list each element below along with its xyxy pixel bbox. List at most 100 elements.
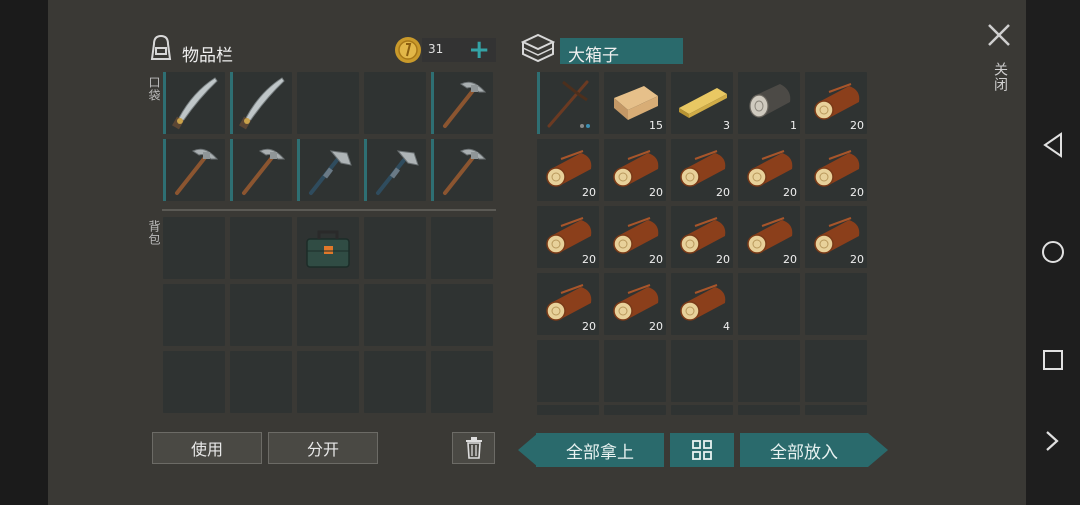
chest-slot[interactable] [805, 340, 867, 402]
chest-slot[interactable]: 1 [738, 72, 800, 134]
pocket-slot[interactable] [163, 72, 225, 134]
chest-icon [520, 32, 556, 68]
chest-slot[interactable]: 20 [604, 139, 666, 201]
backpack-slot[interactable] [297, 351, 359, 413]
backpack-slot[interactable] [163, 284, 225, 346]
take-all-button[interactable]: 全部拿上 [536, 433, 664, 467]
chest-slot[interactable]: 20 [671, 139, 733, 201]
close-label: 关闭 [992, 62, 1008, 92]
recents-icon[interactable] [1042, 349, 1064, 371]
chest-slot[interactable]: 20 [604, 273, 666, 335]
chest-slot[interactable] [738, 340, 800, 402]
item-count: 20 [582, 186, 596, 199]
item-count: 20 [716, 186, 730, 199]
chest-slot[interactable] [671, 340, 733, 402]
coin-count: 31 [428, 42, 444, 56]
item-count: 20 [850, 253, 864, 266]
chest-slot[interactable] [537, 340, 599, 402]
chest-slot[interactable] [805, 273, 867, 335]
close-icon [988, 24, 1010, 46]
trash-button[interactable] [452, 432, 495, 464]
item-count: 3 [723, 119, 730, 132]
chest-title-field[interactable]: 大箱子 [560, 38, 683, 66]
coin-icon [394, 36, 422, 68]
backpack-slot[interactable] [431, 217, 493, 279]
item-count: 20 [850, 119, 864, 132]
chest-slot[interactable]: 20 [738, 206, 800, 268]
put-all-button[interactable]: 全部放入 [740, 433, 868, 467]
close-button[interactable] [986, 22, 1012, 52]
item-count: 20 [649, 186, 663, 199]
item-count: 20 [582, 253, 596, 266]
home-icon[interactable] [1041, 240, 1065, 264]
chest-slot[interactable]: 20 [671, 206, 733, 268]
grid-icon [692, 440, 712, 460]
chest-title: 大箱子 [568, 46, 619, 66]
add-coins-button[interactable]: + [468, 35, 490, 65]
chest-slot[interactable]: 15 [604, 72, 666, 134]
chest-slot[interactable] [537, 72, 599, 134]
chest-slot[interactable]: 20 [537, 273, 599, 335]
chest-slot[interactable]: 3 [671, 72, 733, 134]
pocket-slot[interactable] [364, 72, 426, 134]
pocket-slot[interactable] [297, 139, 359, 201]
chest-slot[interactable]: 20 [805, 72, 867, 134]
backpack-slot[interactable] [431, 284, 493, 346]
item-count: 20 [582, 320, 596, 333]
chest-slot[interactable]: 4 [671, 273, 733, 335]
backpack-slot[interactable] [230, 217, 292, 279]
item-count: 20 [716, 253, 730, 266]
pocket-slot[interactable] [230, 72, 292, 134]
chest-slot[interactable]: 20 [537, 139, 599, 201]
chest-slot[interactable]: 20 [805, 139, 867, 201]
chevron-right-icon[interactable] [1044, 430, 1060, 452]
chest-slot-partial[interactable] [738, 405, 800, 415]
backpack-slot[interactable] [230, 351, 292, 413]
chest-slot-partial[interactable] [671, 405, 733, 415]
use-button[interactable]: 使用 [152, 432, 262, 464]
trash-icon [465, 437, 482, 459]
item-count: 20 [850, 186, 864, 199]
chest-slot-partial[interactable] [805, 405, 867, 415]
pocket-slot[interactable] [431, 72, 493, 134]
chest-slot[interactable] [738, 273, 800, 335]
chest-slot[interactable] [604, 340, 666, 402]
pocket-slot[interactable] [297, 72, 359, 134]
backpack-slot[interactable] [364, 217, 426, 279]
item-count: 15 [649, 119, 663, 132]
chest-slot[interactable]: 20 [805, 206, 867, 268]
backpack-icon [146, 32, 176, 66]
pocket-slot[interactable] [364, 139, 426, 201]
backpack-slot[interactable] [230, 284, 292, 346]
coin-field: 31 + [422, 35, 496, 65]
backpack-slot[interactable] [163, 217, 225, 279]
item-count: 20 [783, 186, 797, 199]
item-count: 20 [649, 320, 663, 333]
sort-button[interactable] [670, 433, 734, 467]
pocket-divider [162, 209, 496, 211]
backpack-slot[interactable] [163, 351, 225, 413]
left-edge [0, 0, 48, 505]
chest-slot[interactable]: 20 [738, 139, 800, 201]
backpack-slot[interactable] [297, 217, 359, 279]
backpack-slot[interactable] [297, 284, 359, 346]
backpack-label: 背包 [147, 220, 161, 246]
take-all-arrow [518, 433, 538, 471]
pocket-slot[interactable] [230, 139, 292, 201]
pocket-slot[interactable] [163, 139, 225, 201]
chest-slot[interactable]: 20 [537, 206, 599, 268]
item-count: 20 [649, 253, 663, 266]
chest-slot-partial[interactable] [604, 405, 666, 415]
pocket-slot[interactable] [431, 139, 493, 201]
item-count: 20 [783, 253, 797, 266]
backpack-slot[interactable] [364, 351, 426, 413]
back-icon[interactable] [1042, 132, 1064, 158]
inventory-panel: 物品栏 31 + 大箱子 口袋 背包 15 3 1 20 20 20 20 20… [48, 0, 1026, 505]
chest-slot-partial[interactable] [537, 405, 599, 415]
backpack-slot[interactable] [431, 351, 493, 413]
inventory-title: 物品栏 [182, 46, 233, 66]
chest-slot[interactable]: 20 [604, 206, 666, 268]
put-all-arrow [868, 433, 888, 471]
split-button[interactable]: 分开 [268, 432, 378, 464]
backpack-slot[interactable] [364, 284, 426, 346]
